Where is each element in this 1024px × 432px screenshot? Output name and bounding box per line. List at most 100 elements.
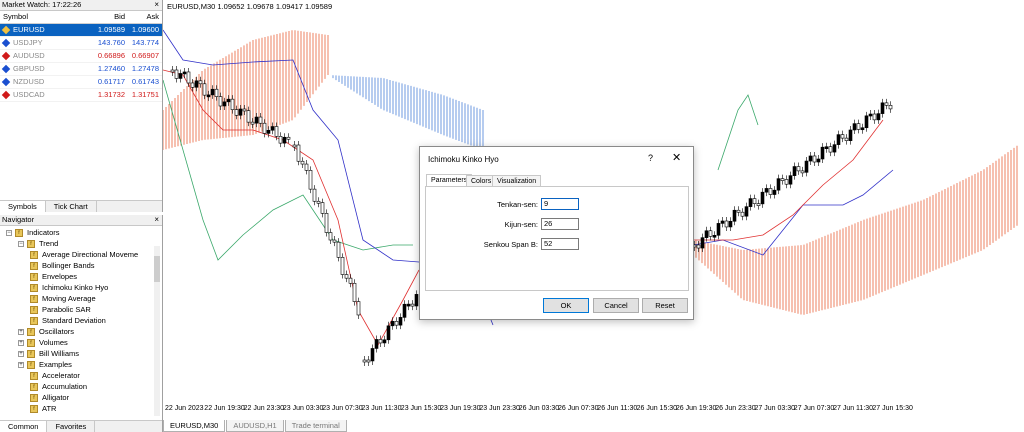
candle <box>378 339 383 344</box>
senkou-span-b-input[interactable]: 52 <box>541 238 579 250</box>
market-watch-row[interactable]: NZDUSD 0.61717 0.61743 <box>0 76 162 89</box>
navigator-item[interactable]: + f Volumes <box>18 337 68 348</box>
navigator-item[interactable]: f Accumulation <box>30 381 87 392</box>
symbol-direction-icon <box>1 64 11 74</box>
ask-column-header[interactable]: Ask <box>125 11 161 23</box>
candle <box>848 129 853 141</box>
navigator-item[interactable]: f Parabolic SAR <box>30 304 91 315</box>
chart-tabs: EURUSD,M30 AUDUSD,H1 Trade terminal <box>163 420 348 432</box>
navigator-item[interactable]: + f Bill Williams <box>18 348 79 359</box>
x-axis-tick-label: 23 Jun 15:30 <box>400 405 442 412</box>
indicator-icon: f <box>30 371 38 380</box>
candle <box>296 144 301 162</box>
candle <box>704 230 709 238</box>
cancel-button[interactable]: Cancel <box>593 298 639 313</box>
navigator-item[interactable]: + f Examples <box>18 359 72 370</box>
indicator-icon: f <box>30 404 38 413</box>
navigator-item-label: Bollinger Bands <box>42 261 95 270</box>
candle <box>410 303 415 307</box>
tab-trade-terminal[interactable]: Trade terminal <box>284 420 347 432</box>
navigator-item[interactable]: f Bollinger Bands <box>30 260 95 271</box>
navigator-item[interactable]: − f Trend <box>18 238 58 249</box>
navigator-item-label: Accumulation <box>42 382 88 391</box>
x-axis-tick-label: 23 Jun 03:30 <box>282 405 324 412</box>
candle <box>414 294 419 307</box>
x-axis-tick-label: 26 Jun 07:30 <box>558 405 599 412</box>
expand-icon[interactable]: + <box>18 350 24 357</box>
tenkan-sen-input[interactable]: 9 <box>541 198 579 210</box>
navigator-scrollbar[interactable] <box>154 246 160 416</box>
expand-icon[interactable]: + <box>18 361 24 368</box>
navigator-item[interactable]: f Alligator <box>30 392 69 403</box>
x-axis-tick-label: 22 Jun 2023 <box>165 405 204 412</box>
symbol-name: EURUSD <box>13 25 45 34</box>
close-icon[interactable]: ✕ <box>672 151 681 164</box>
candle <box>348 277 353 284</box>
tab-symbols[interactable]: Symbols <box>0 201 46 212</box>
bid-column-header[interactable]: Bid <box>89 11 125 23</box>
navigator-item-label: Alligator <box>42 393 70 402</box>
candle <box>206 94 211 98</box>
tab-eurusd-m30[interactable]: EURUSD,M30 <box>163 420 226 432</box>
market-watch-tabs: Symbols Tick Chart <box>0 200 162 212</box>
help-icon[interactable]: ? <box>648 153 653 163</box>
x-axis-tick-label: 22 Jun 19:30 <box>204 405 245 412</box>
navigator-panel: Navigator × − f Indicators − f Trend f Average … <box>0 215 163 432</box>
candle <box>190 82 195 88</box>
tab-audusd-h1[interactable]: AUDUSD,H1 <box>226 420 284 432</box>
candle <box>720 220 725 224</box>
market-watch-row[interactable]: GBPUSD 1.27460 1.27478 <box>0 63 162 76</box>
kumo-cloud-red <box>163 30 329 150</box>
close-icon[interactable]: × <box>154 215 159 225</box>
navigator-item-label: ATR <box>42 404 57 413</box>
ask-value: 0.66907 <box>131 51 159 60</box>
kijun-sen-input[interactable]: 26 <box>541 218 579 230</box>
tab-common[interactable]: Common <box>0 421 48 432</box>
symbol-name: USDJPY <box>13 38 43 47</box>
navigator-item[interactable]: − f Indicators <box>6 227 60 238</box>
candle <box>300 160 305 165</box>
navigator-item[interactable]: f Accelerator <box>30 370 80 381</box>
market-watch-row[interactable]: USDJPY 143.760 143.774 <box>0 37 162 50</box>
candle <box>210 88 215 96</box>
navigator-item-label: Moving Average <box>42 294 96 303</box>
ask-value: 0.61743 <box>131 77 159 86</box>
navigator-item[interactable]: f Average Directional Moveme <box>30 249 138 260</box>
indicator-icon: f <box>30 272 38 281</box>
close-icon[interactable]: × <box>154 0 159 10</box>
navigator-item[interactable]: + f Oscillators <box>18 326 74 337</box>
candle <box>880 102 885 114</box>
bid-value: 1.31732 <box>97 90 125 99</box>
market-watch-title: Market Watch: 17:22:26 <box>2 0 82 9</box>
ask-value: 1.27478 <box>131 64 159 73</box>
market-watch-row[interactable]: USDCAD 1.31732 1.31751 <box>0 89 162 102</box>
candle <box>832 144 837 153</box>
navigator-item[interactable]: f Standard Deviation <box>30 315 106 326</box>
x-axis-tick-label: 27 Jun 07:30 <box>793 405 835 412</box>
expand-icon[interactable]: − <box>6 229 12 236</box>
expand-icon[interactable]: + <box>18 339 24 346</box>
market-watch-panel: Market Watch: 17:22:26 × Symbol Bid Ask … <box>0 0 163 212</box>
navigator-item[interactable]: f ATR <box>30 403 56 414</box>
x-axis-tick-label: 26 Jun 11:30 <box>597 405 638 412</box>
navigator-item[interactable]: f Ichimoku Kinko Hyo <box>30 282 108 293</box>
navigator-item[interactable]: f Moving Average <box>30 293 96 304</box>
symbol-column-header[interactable]: Symbol <box>0 11 89 23</box>
kijun-sen-line <box>692 169 894 256</box>
candle <box>884 102 889 106</box>
x-axis-tick-label: 27 Jun 03:30 <box>754 405 795 412</box>
navigator-item[interactable]: f Envelopes <box>30 271 77 282</box>
x-axis-tick-label: 26 Jun 03:30 <box>518 405 560 412</box>
expand-icon[interactable]: − <box>18 240 24 247</box>
tab-tick-chart[interactable]: Tick Chart <box>46 201 97 212</box>
x-axis-tick-label: 23 Jun 11:30 <box>361 405 402 412</box>
dialog-title: Ichimoku Kinko Hyo <box>428 155 499 164</box>
candle <box>182 71 187 75</box>
candle <box>772 189 777 195</box>
reset-button[interactable]: Reset <box>642 298 688 313</box>
expand-icon[interactable]: + <box>18 328 24 335</box>
market-watch-row[interactable]: AUDUSD 0.66896 0.66907 <box>0 50 162 63</box>
market-watch-row[interactable]: EURUSD 1.09589 1.09600 <box>0 24 162 37</box>
ok-button[interactable]: OK <box>543 298 589 313</box>
tab-favorites[interactable]: Favorites <box>47 421 96 432</box>
